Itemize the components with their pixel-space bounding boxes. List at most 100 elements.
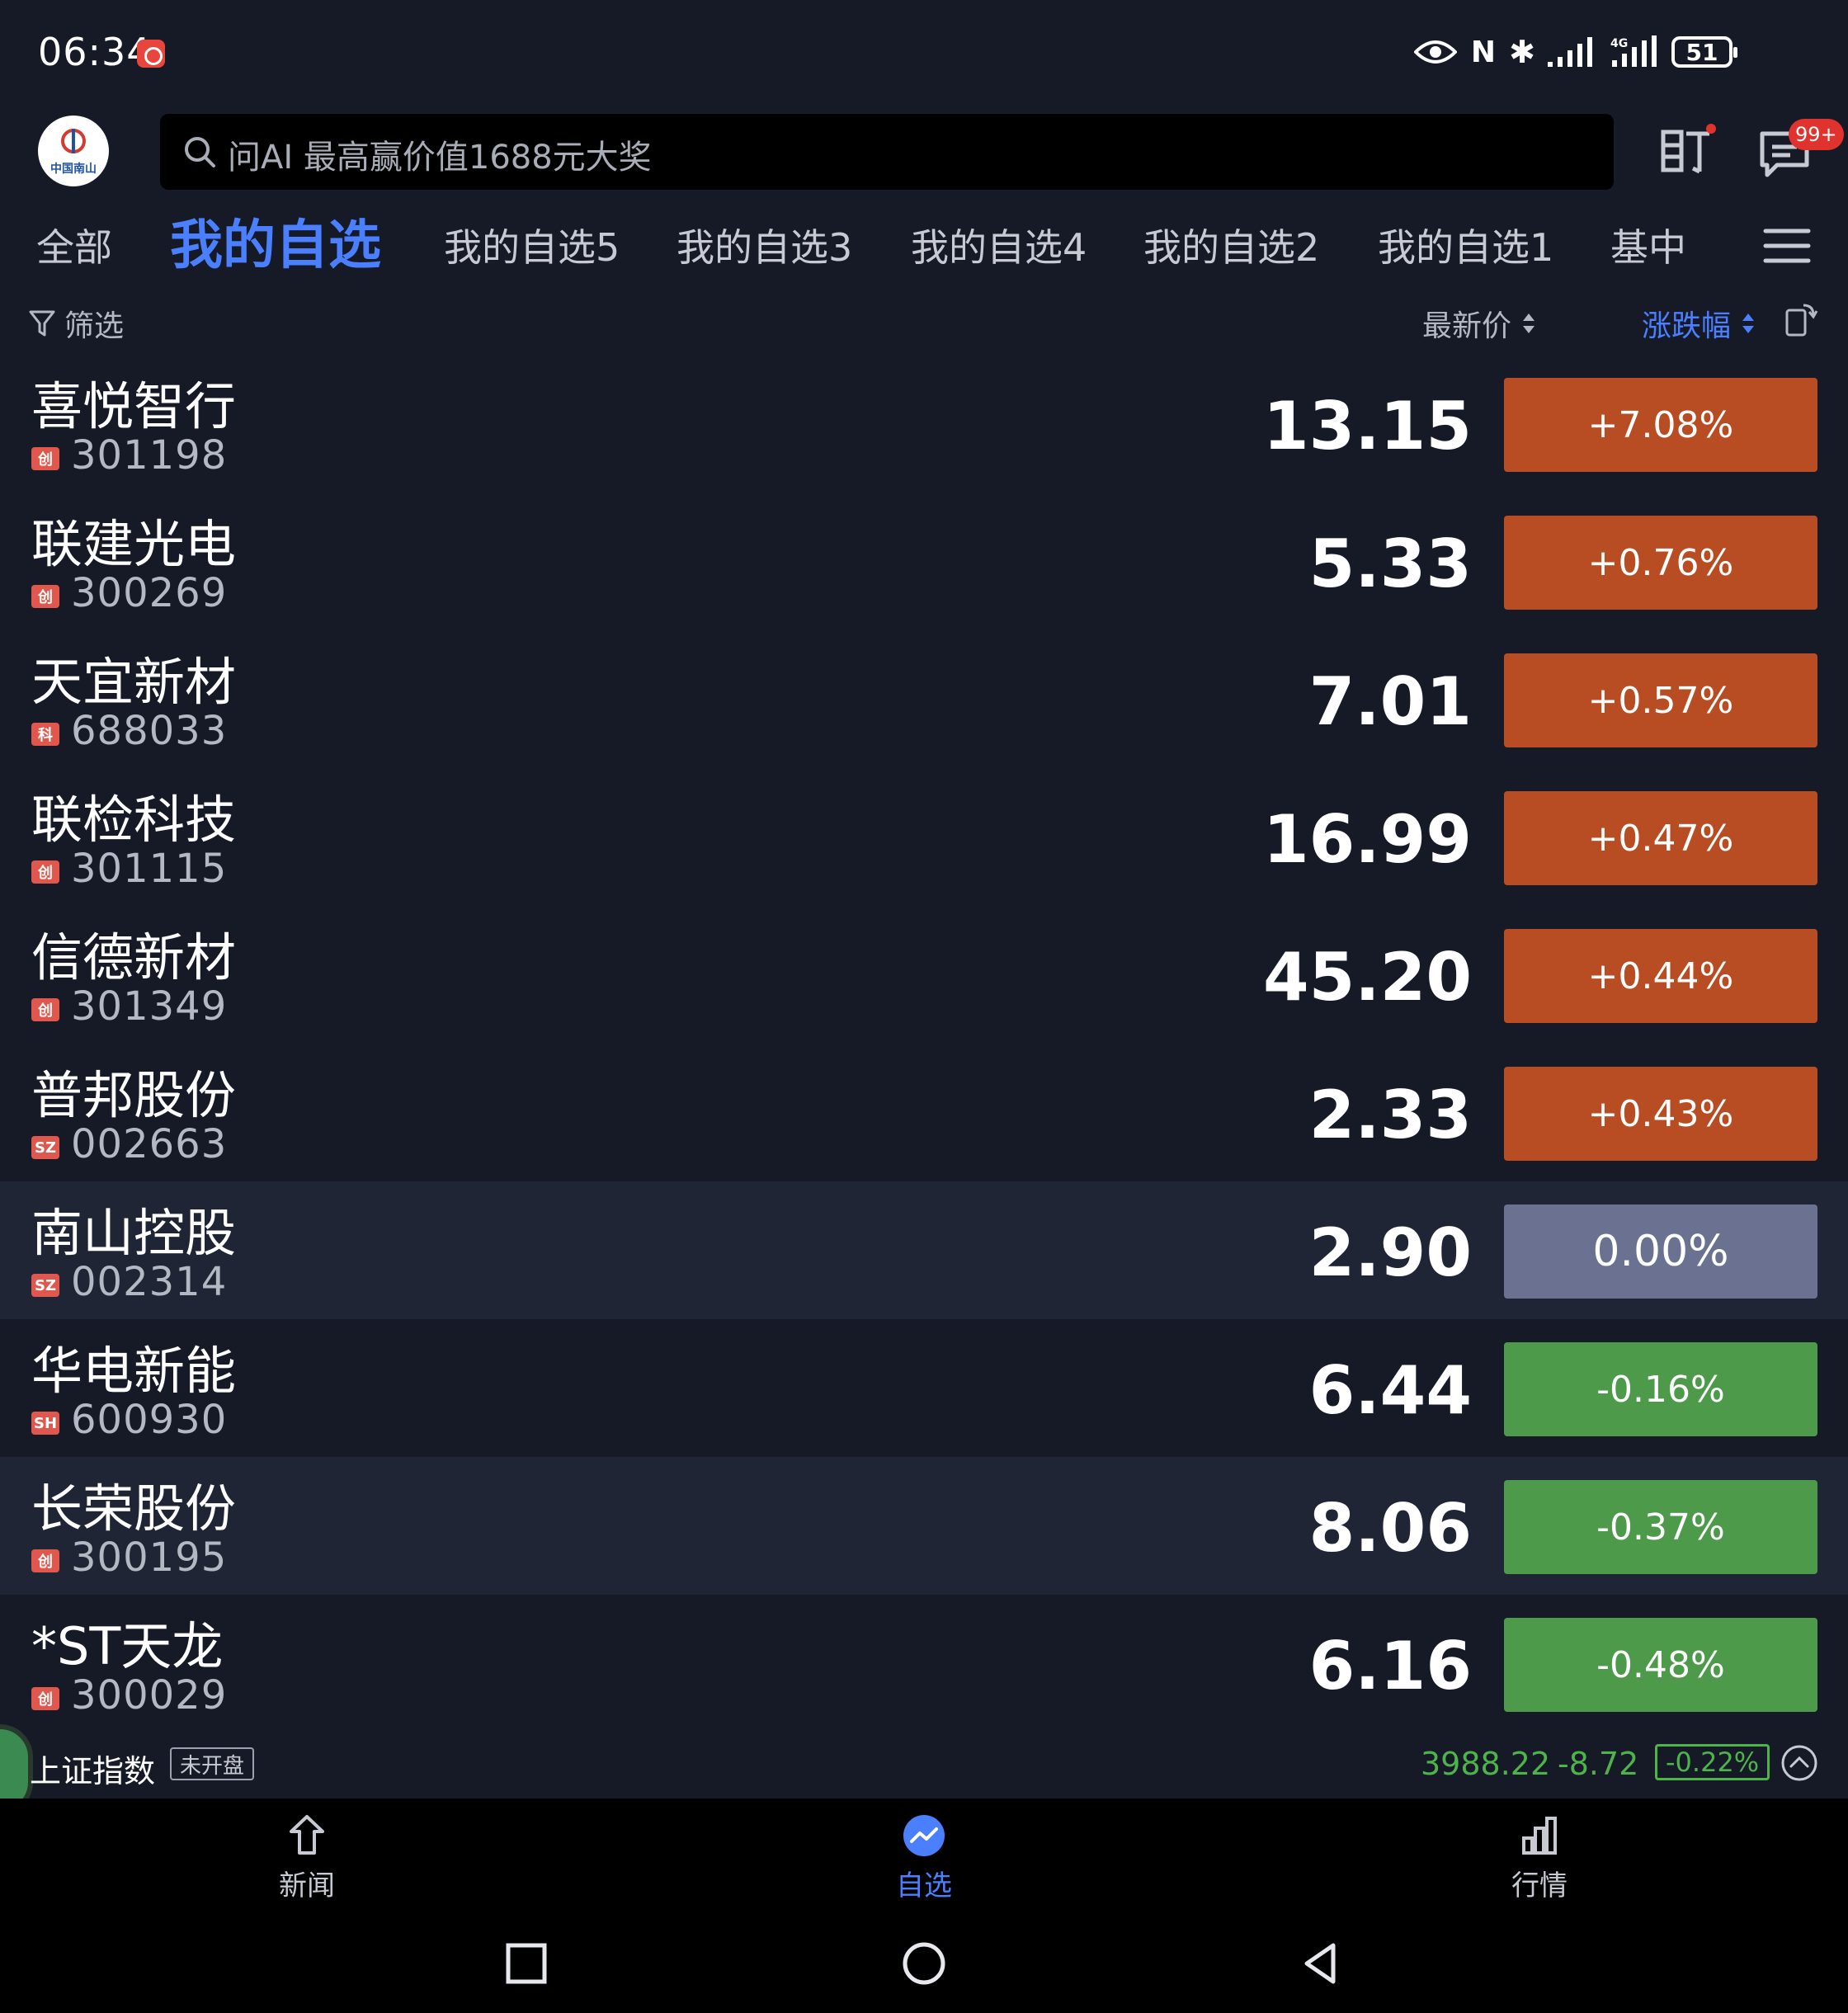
stock-row[interactable]: 南山控股 SZ 002314 2.90 0.00%: [0, 1181, 1848, 1319]
svg-text:4G: 4G: [1610, 37, 1628, 50]
stock-name: *ST天龙: [31, 1616, 224, 1676]
stock-change[interactable]: 0.00%: [1504, 1204, 1817, 1299]
tab-my-watchlist-5[interactable]: 我的自选5: [444, 218, 620, 272]
stock-change[interactable]: +0.57%: [1504, 653, 1817, 747]
stock-code: 300269: [71, 570, 228, 616]
eye-comfort-icon: [1414, 34, 1457, 70]
stock-change[interactable]: +0.47%: [1504, 791, 1817, 885]
market-status-badge: 未开盘: [170, 1747, 255, 1780]
stock-row[interactable]: 华电新能 SH 600930 6.44 -0.16%: [0, 1319, 1848, 1457]
home-icon[interactable]: [901, 1940, 947, 1987]
nfc-icon: N: [1470, 35, 1497, 69]
back-icon[interactable]: [1297, 1940, 1343, 1987]
stock-change[interactable]: +0.43%: [1504, 1067, 1817, 1161]
stock-row[interactable]: 喜悦智行 创 301198 13.15 +7.08%: [0, 355, 1848, 493]
bottom-navigation: 新闻 自选 行情: [0, 1798, 1848, 1914]
stock-row[interactable]: 长荣股份 创 300195 8.06 -0.37%: [0, 1457, 1848, 1595]
tab-my-watchlist-3[interactable]: 我的自选3: [676, 218, 852, 272]
nav-news[interactable]: 新闻: [224, 1813, 389, 1903]
stock-price: 13.15: [1262, 388, 1472, 464]
index-name: 上证指数: [30, 1753, 156, 1789]
market-tag: SZ: [31, 1274, 59, 1297]
tab-my-watchlist-2[interactable]: 我的自选2: [1143, 218, 1319, 272]
stock-change[interactable]: -0.37%: [1504, 1480, 1817, 1574]
price-column-label: 最新价: [1422, 309, 1512, 343]
system-navigation: [0, 1914, 1848, 2013]
sort-by-change[interactable]: 涨跌幅: [1642, 302, 1756, 345]
stock-list: 喜悦智行 创 301198 13.15 +7.08% 联建光电 创 300269…: [0, 355, 1848, 1732]
rotate-view-icon[interactable]: [1784, 300, 1818, 338]
stock-price: 8.06: [1308, 1490, 1472, 1567]
news-icon: [290, 1815, 324, 1855]
market-tag: 创: [31, 860, 59, 884]
index-ticker[interactable]: 上证指数 未开盘 3988.22 -8.72 -0.22%: [0, 1724, 1848, 1815]
tab-my-watchlist-4[interactable]: 我的自选4: [911, 218, 1087, 272]
menu-icon[interactable]: [1762, 224, 1812, 267]
chevron-up-icon[interactable]: [1780, 1744, 1818, 1782]
market-tag: SZ: [31, 1136, 59, 1159]
stock-code: 600930: [71, 1397, 228, 1443]
tab-my-watchlist-1[interactable]: 我的自选1: [1378, 218, 1553, 272]
stock-price: 45.20: [1262, 939, 1472, 1016]
market-tag: 创: [31, 447, 59, 470]
market-tag: 创: [31, 585, 59, 608]
stock-name: 信德新材: [31, 927, 237, 988]
network-4g-icon: 4G: [1610, 34, 1660, 70]
logo-emblem: [61, 129, 86, 153]
stock-code: 002314: [71, 1259, 228, 1305]
app-header: 中国南山 问AI 最高赢价值1688元大奖 99+: [0, 107, 1848, 198]
stock-name: 南山控股: [31, 1203, 237, 1263]
stock-row[interactable]: 天宜新材 科 688033 7.01 +0.57%: [0, 630, 1848, 768]
stock-change[interactable]: +7.08%: [1504, 378, 1817, 472]
status-bar: 06:34 N ✱ 4G 51: [0, 0, 1848, 107]
stock-code: 300195: [71, 1534, 228, 1581]
filter-button[interactable]: 筛选: [28, 302, 124, 345]
market-tag: 科: [31, 723, 59, 746]
stock-name: 喜悦智行: [31, 376, 237, 436]
stock-code: 002663: [71, 1121, 228, 1167]
nav-market[interactable]: 行情: [1457, 1813, 1622, 1903]
stock-change[interactable]: -0.16%: [1504, 1342, 1817, 1436]
index-percent: -0.22%: [1655, 1744, 1770, 1780]
stock-change[interactable]: +0.44%: [1504, 929, 1817, 1023]
stock-code: 301115: [71, 846, 228, 892]
watch-eye-icon[interactable]: [1660, 124, 1716, 177]
recents-icon[interactable]: [503, 1940, 549, 1987]
tab-all[interactable]: 全部: [36, 218, 112, 272]
index-value: 3988.22: [1421, 1746, 1551, 1782]
status-time: 06:34: [38, 30, 152, 74]
change-column-label: 涨跌幅: [1642, 309, 1732, 343]
market-tag: 创: [31, 998, 59, 1021]
stock-row[interactable]: 信德新材 创 301349 45.20 +0.44%: [0, 906, 1848, 1044]
message-badge: 99+: [1789, 119, 1844, 150]
stock-change[interactable]: +0.76%: [1504, 516, 1817, 610]
sort-by-price[interactable]: 最新价: [1422, 302, 1536, 345]
stock-row[interactable]: *ST天龙 创 300029 6.16 -0.48%: [0, 1595, 1848, 1732]
filter-label: 筛选: [64, 309, 125, 343]
brand-logo[interactable]: 中国南山: [38, 116, 109, 186]
logo-text: 中国南山: [50, 163, 97, 176]
stock-price: 16.99: [1262, 801, 1472, 878]
column-header: 筛选 最新价 涨跌幅: [0, 289, 1848, 355]
stock-code: 688033: [71, 708, 228, 754]
tab-my-watchlist[interactable]: 我的自选: [170, 203, 381, 279]
stock-price: 2.33: [1308, 1077, 1472, 1153]
sort-icon: [1523, 314, 1535, 333]
stock-row[interactable]: 联检科技 创 301115 16.99 +0.47%: [0, 768, 1848, 906]
stock-price: 2.90: [1308, 1214, 1472, 1291]
bluetooth-icon: ✱: [1509, 34, 1535, 70]
stock-change[interactable]: -0.48%: [1504, 1618, 1817, 1712]
market-tag: 创: [31, 1549, 59, 1572]
nav-market-label: 行情: [1511, 1869, 1568, 1902]
watchlist-tabs: 全部 我的自选 我的自选5 我的自选3 我的自选4 我的自选2 我的自选1 基中: [0, 198, 1848, 289]
stock-row[interactable]: 联建光电 创 300269 5.33 +0.76%: [0, 493, 1848, 630]
search-icon: [185, 137, 215, 167]
tab-funds[interactable]: 基中: [1610, 218, 1686, 272]
stock-row[interactable]: 普邦股份 SZ 002663 2.33 +0.43%: [0, 1044, 1848, 1181]
status-icons: N ✱ 4G 51: [1414, 31, 1737, 73]
search-box[interactable]: 问AI 最高赢价值1688元大奖: [160, 114, 1614, 190]
stock-code: 301198: [71, 432, 228, 478]
stock-name: 联建光电: [31, 514, 237, 574]
nav-watchlist[interactable]: 自选: [842, 1813, 1006, 1903]
stock-price: 6.16: [1308, 1628, 1472, 1704]
